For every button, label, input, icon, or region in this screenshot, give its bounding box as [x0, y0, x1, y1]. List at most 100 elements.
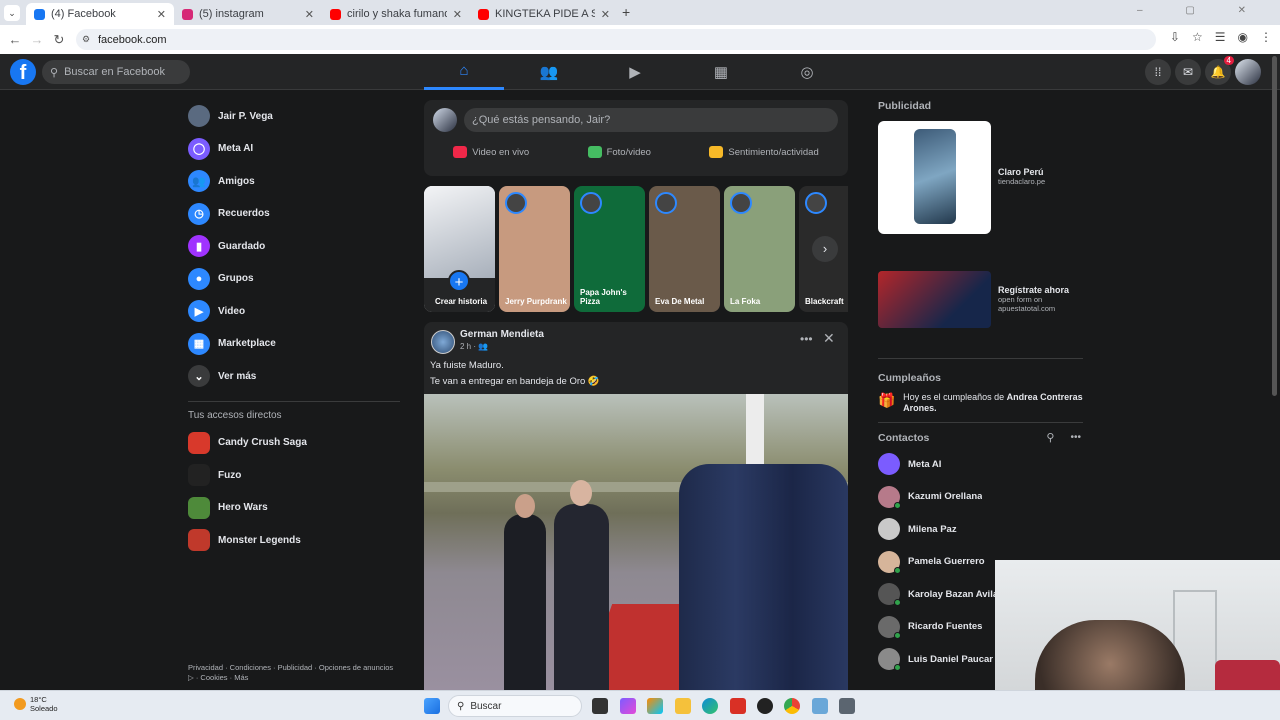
browser-tab[interactable]: (4) Facebook ✕ [26, 3, 174, 25]
task-view-icon[interactable] [592, 698, 608, 714]
facebook-search-input[interactable]: ⚲ Buscar en Facebook [42, 60, 190, 84]
close-tab-icon[interactable]: ✕ [157, 8, 166, 21]
sidebar-item[interactable]: Jair P. Vega [185, 100, 400, 133]
colorful-app-icon[interactable] [647, 698, 663, 714]
contact-item[interactable]: Kazumi Orellana [878, 481, 1083, 514]
footer-links[interactable]: Privacidad · Condiciones · Publicidad · … [188, 663, 398, 683]
story-name: Jerry Purpdrank [505, 297, 567, 306]
taskbar-search[interactable]: ⚲ Buscar [448, 695, 582, 717]
account-avatar[interactable] [1235, 59, 1261, 85]
nav-video[interactable]: ▶ [595, 54, 675, 90]
soldiers-group [679, 464, 848, 692]
story-card[interactable]: Papa John's Pizza [574, 186, 645, 312]
red-app-icon[interactable] [730, 698, 746, 714]
contact-item[interactable]: Meta AI [878, 448, 1083, 481]
install-icon[interactable]: ⇩ [1170, 30, 1180, 44]
search-icon[interactable]: ⚲ [1046, 431, 1054, 444]
sidebar-item[interactable]: ● Grupos [185, 263, 400, 296]
edge-icon[interactable] [702, 698, 718, 714]
bookmark-star-icon[interactable]: ☆ [1192, 30, 1203, 44]
composer-action[interactable]: Foto/video [587, 146, 651, 158]
weather-widget[interactable]: 18°C Soleado [14, 695, 58, 713]
composer-actions: Video en vivo Foto/video Sentimiento/activ… [424, 146, 848, 158]
stories-next-button[interactable]: › [812, 236, 838, 262]
meta-ai-icon: ◯ [188, 137, 210, 160]
forward-button[interactable]: → [26, 32, 48, 47]
nav-profile[interactable]: ◎ [767, 54, 847, 90]
reload-button[interactable]: ↻ [48, 32, 70, 48]
notifications-button[interactable]: 🔔 4 [1205, 56, 1234, 85]
composer-action[interactable]: Sentimiento/actividad [709, 146, 819, 158]
notepad-icon[interactable] [812, 698, 828, 714]
divider [878, 422, 1083, 423]
close-tab-icon[interactable]: ✕ [453, 8, 462, 21]
tab-list-button[interactable]: ⌄ [4, 5, 20, 21]
file-explorer-icon[interactable] [675, 698, 691, 714]
facebook-logo[interactable]: f [10, 59, 36, 85]
post-author[interactable]: German Mendieta [460, 329, 544, 340]
story-photo [424, 186, 495, 278]
more-options-icon[interactable]: ••• [1070, 432, 1081, 443]
sidebar-item[interactable]: ◯ Meta AI [185, 133, 400, 166]
shortcut-item[interactable]: Hero Wars [185, 492, 400, 525]
profile-icon[interactable]: ◉ [1238, 30, 1248, 44]
post-author-avatar[interactable] [431, 330, 455, 354]
story-card[interactable]: Jerry Purpdrank [499, 186, 570, 312]
story-avatar [805, 192, 827, 214]
contact-item[interactable]: Milena Paz [878, 513, 1083, 546]
url-field[interactable]: ⚙ facebook.com [76, 29, 1156, 50]
close-tab-icon[interactable]: ✕ [305, 8, 314, 21]
weather-temp: 18°C [30, 695, 47, 704]
post-video[interactable] [424, 394, 848, 692]
shortcut-item[interactable]: Monster Legends [185, 524, 400, 557]
composer-input[interactable]: ¿Qué estás pensando, Jair? [464, 108, 838, 132]
nav-home[interactable]: ⌂ [424, 54, 504, 90]
more-options-icon[interactable]: ••• [800, 332, 813, 346]
sidebar-item[interactable]: ⌄ Ver más [185, 360, 400, 393]
window-controls[interactable]: ‒ ▢ ✕ [1137, 5, 1266, 16]
home-icon: ⌂ [459, 62, 469, 79]
story-card[interactable]: La Foka [724, 186, 795, 312]
nav-friends[interactable]: 👥 [509, 54, 589, 90]
menu-grid-button[interactable]: ⁞⁞ [1145, 59, 1171, 85]
ad-claro[interactable]: Claro Perú tiendaclaro.pe [878, 121, 1083, 234]
sidebar-item[interactable]: ◷ Recuerdos [185, 198, 400, 231]
sidebar-item-label: Guardado [218, 240, 266, 252]
browser-menu-icon[interactable]: ⋮ [1260, 30, 1272, 44]
address-bar: ← → ↻ ⚙ facebook.com ⇩ ☆ ☰ ◉ ⋮ [0, 25, 1280, 54]
nav-marketplace[interactable]: ▦ [681, 54, 761, 90]
site-info-icon[interactable]: ⚙ [82, 34, 90, 45]
sidebar-item[interactable]: ▶ Video [185, 295, 400, 328]
sidebar-item[interactable]: ▮ Guardado [185, 230, 400, 263]
add-icon[interactable]: + [448, 270, 470, 292]
close-tab-icon[interactable]: ✕ [601, 8, 610, 21]
new-tab-button[interactable]: + [622, 4, 630, 20]
shortcut-item[interactable]: Fuzo [185, 459, 400, 492]
browser-tab[interactable]: cirilo y shaka fumando - YouTube ✕ [322, 3, 470, 25]
sidebar-item[interactable]: ▦ Marketplace [185, 328, 400, 361]
composer-action[interactable]: Video en vivo [453, 146, 529, 158]
messenger-button[interactable]: ✉ [1175, 59, 1201, 85]
start-icon[interactable] [424, 698, 440, 714]
scrollbar[interactable] [1272, 56, 1277, 396]
birthday-row[interactable]: 🎁 Hoy es el cumpleaños de Andrea Contrer… [878, 392, 1083, 414]
tab-favicon-icon [34, 8, 45, 20]
composer-action-label: Sentimiento/actividad [728, 146, 819, 158]
back-button[interactable]: ← [4, 32, 26, 47]
shortcut-item[interactable]: Candy Crush Saga [185, 427, 400, 460]
browser-tab[interactable]: KINGTEKA PIDE A SHAKA 1K D... ✕ [470, 3, 618, 25]
sidebar-item[interactable]: 👥 Amigos [185, 165, 400, 198]
dark-app-icon[interactable] [757, 698, 773, 714]
extensions-icon[interactable]: ☰ [1215, 30, 1226, 44]
story-avatar [730, 192, 752, 214]
browser-tab[interactable]: (5) instagram ✕ [174, 3, 322, 25]
address-bar-actions: ⇩ ☆ ☰ ◉ ⋮ [1170, 30, 1272, 44]
create-story-card[interactable]: + Crear historia [424, 186, 495, 312]
composer-avatar[interactable] [433, 108, 457, 132]
story-card[interactable]: Eva De Metal [649, 186, 720, 312]
calculator-icon[interactable] [839, 698, 855, 714]
ad-apuesta[interactable]: Regístrate ahora open form on apuestatot… [878, 271, 1083, 328]
copilot-icon[interactable] [620, 698, 636, 714]
close-icon[interactable]: ✕ [823, 330, 835, 347]
chrome-icon[interactable] [784, 698, 800, 714]
